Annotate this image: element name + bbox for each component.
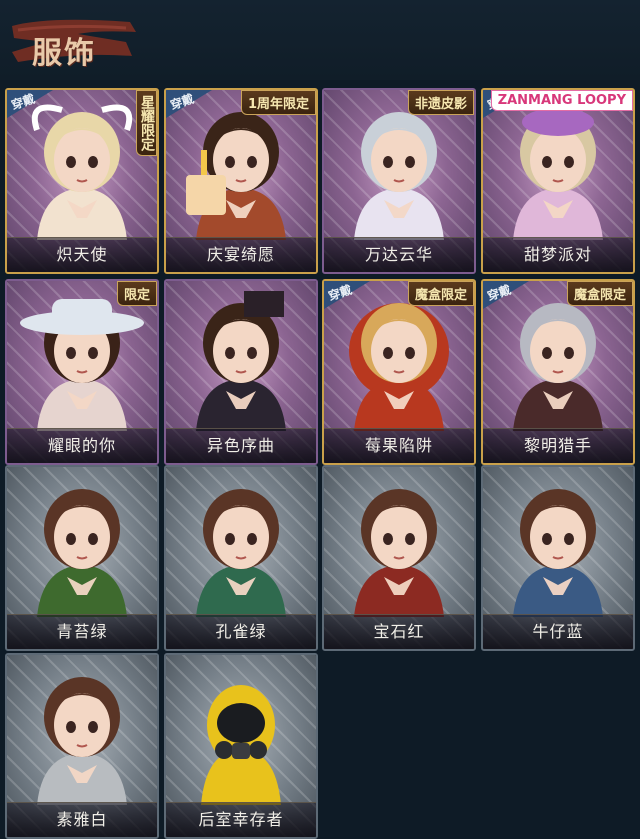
wear-badge: 穿戴 [7,90,53,118]
costume-card[interactable]: 孔雀绿 [164,465,318,651]
costume-name: 后室幸存者 [198,810,284,829]
wear-badge: 穿戴 [483,281,529,309]
costume-name: 牛仔蓝 [532,622,584,641]
gas-mask-portrait-icon [201,685,281,805]
title-banner: 服饰 [8,12,136,71]
limited-tag: 魔盒限定 [566,281,633,306]
costume-name: 甜梦派对 [523,245,592,264]
wear-badge: 穿戴 [166,90,212,118]
costume-name: 孔雀绿 [215,622,267,641]
costume-card[interactable]: 耀眼的你 限定 [5,279,159,465]
girl-teal-portrait-icon [196,489,286,617]
girl-red-portrait-icon [354,489,444,617]
costume-name: 万达云华 [364,245,433,264]
costume-card[interactable]: 青苔绿 [5,465,159,651]
costume-card[interactable]: 后室幸存者 [164,653,318,839]
costume-card[interactable]: 牛仔蓝 [481,465,635,651]
costume-name: 黎明猎手 [523,436,592,455]
costume-card[interactable]: 异色序曲 [164,279,318,465]
limited-tag: ZANMANG LOOPY [490,90,633,111]
costume-card[interactable]: 万达云华 非遗皮影 [322,88,476,274]
costume-name: 耀眼的你 [47,436,116,455]
costume-name: 宝石红 [373,622,425,641]
limited-tag: 星耀限定 [136,90,157,156]
costume-card[interactable]: 莓果陷阱 穿戴 魔盒限定 [322,279,476,465]
costume-name: 莓果陷阱 [364,436,433,455]
limited-tag: 非遗皮影 [407,90,474,115]
costume-name: 青苔绿 [56,622,108,641]
girl-blue-portrait-icon [513,489,603,617]
page-title: 服饰 [32,36,96,71]
wear-badge: 穿戴 [324,281,370,309]
costume-card[interactable]: 庆宴绮愿 穿戴 1周年限定 [164,88,318,274]
costume-card[interactable]: 宝石红 [322,465,476,651]
girl-white-portrait-icon [37,677,127,805]
costume-card[interactable]: 甜梦派对 穿戴ZANMANG LOOPY [481,88,635,274]
girl-green-portrait-icon [37,489,127,617]
limited-tag: 1周年限定 [240,90,316,115]
costume-card[interactable]: 素雅白 [5,653,159,839]
limited-tag: 限定 [116,281,157,306]
limited-tag: 魔盒限定 [407,281,474,306]
costume-name: 庆宴绮愿 [206,245,275,264]
header-bar: 服饰 [0,0,640,80]
top-hat-portrait-icon [196,291,286,431]
costume-card[interactable]: 黎明猎手 穿戴 魔盒限定 [481,279,635,465]
costume-card[interactable]: 炽天使 穿戴 星耀限定 [5,88,159,274]
costume-name: 异色序曲 [206,436,275,455]
costume-name: 素雅白 [56,810,108,829]
costume-name: 炽天使 [56,245,108,264]
